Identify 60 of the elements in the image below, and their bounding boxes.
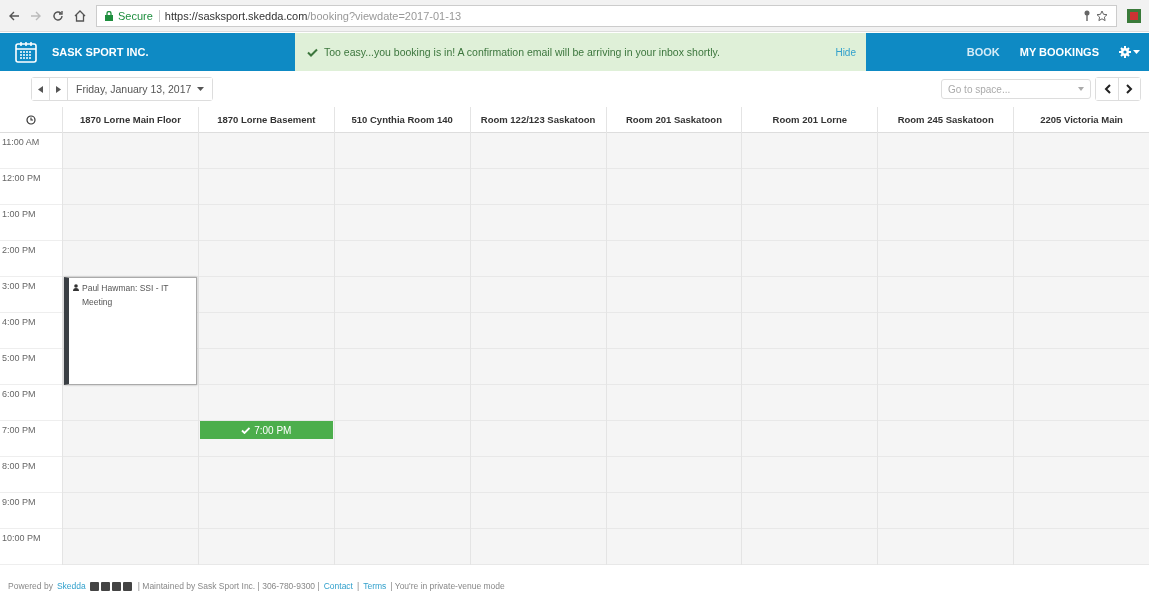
time-label: 5:00 PM <box>2 353 36 363</box>
star-icon[interactable] <box>1096 9 1108 22</box>
social-icons[interactable] <box>89 581 134 591</box>
time-label: 1:00 PM <box>2 209 36 219</box>
next-button[interactable] <box>1118 78 1140 100</box>
person-icon <box>73 284 79 291</box>
time-label: 12:00 PM <box>2 173 41 183</box>
space-column-header: Room 245 Saskatoon <box>897 114 994 125</box>
key-icon[interactable] <box>1083 9 1091 22</box>
new-booking-block[interactable]: 7:00 PM <box>199 421 333 439</box>
chevron-right-icon <box>1126 84 1133 94</box>
space-column-header: Room 201 Lorne <box>772 114 848 125</box>
time-label: 2:00 PM <box>2 245 36 255</box>
check-icon <box>241 426 251 434</box>
booking-title: Paul Hawman: SSI - IT Meeting <box>82 282 170 309</box>
footer-link[interactable]: Terms <box>363 581 387 591</box>
time-label: 6:00 PM <box>2 389 36 399</box>
time-label: 11:00 AM <box>2 137 40 147</box>
booking-card[interactable]: Paul Hawman: SSI - IT Meeting <box>64 277 197 385</box>
footer-text: Powered by <box>8 581 53 591</box>
clock-icon <box>26 114 36 125</box>
reload-icon[interactable] <box>52 9 64 22</box>
caret-icon <box>197 87 205 91</box>
lock-icon <box>105 10 113 21</box>
time-label: 8:00 PM <box>2 461 36 471</box>
alert-message: Too easy...you booking is in! A confirmation email will be arriving in your inbox shortly. <box>324 46 720 58</box>
space-search-field[interactable]: Go to space... <box>941 79 1091 99</box>
nav-link[interactable]: BOOK <box>966 46 1000 58</box>
caret-icon <box>1078 87 1084 91</box>
time-label: 4:00 PM <box>2 317 36 327</box>
time-label: 7:00 PM <box>2 425 36 435</box>
settings-icon[interactable] <box>1119 46 1141 58</box>
space-column-header: 2205 Victoria Main <box>1040 114 1123 125</box>
space-column-header: 1870 Lorne Main Floor <box>80 114 181 125</box>
footer-text: | Maintained by Sask Sport Inc. | 306-780-9300 | <box>137 581 320 591</box>
right-triangle-icon <box>56 85 61 93</box>
home-icon[interactable] <box>74 9 86 22</box>
footer-link[interactable]: Contact <box>323 581 353 591</box>
footer-link[interactable]: Skedda <box>56 581 86 591</box>
left-triangle-icon <box>38 85 43 93</box>
booking-time: 7:00 PM <box>254 424 292 436</box>
footer-text: | <box>356 581 360 591</box>
space-column-header: Room 201 Saskatoon <box>625 114 722 125</box>
footer-text: | You're in private-venue mode <box>390 581 505 591</box>
calendar-icon <box>14 40 38 64</box>
back-icon[interactable] <box>8 9 20 22</box>
address-bar[interactable]: Secure https://sasksport.skedda.com/booking?viewdate=2017-01-13 <box>96 4 1117 27</box>
space-column-header: 510 Cynthia Room 140 <box>351 114 453 125</box>
brand-name[interactable]: SASK SPORT INC. <box>52 46 149 58</box>
previous-day-button[interactable] <box>32 78 50 100</box>
nav-link[interactable]: MY BOOKINGS <box>1019 46 1099 58</box>
space-column-header: 1870 Lorne Basement <box>217 114 316 125</box>
time-label: 10:00 PM <box>2 533 41 543</box>
space-column-header: Room 122/123 Saskatoon <box>480 114 596 125</box>
extension-icon[interactable] <box>1127 8 1141 23</box>
time-label: 3:00 PM <box>2 281 36 291</box>
check-icon <box>307 47 318 57</box>
hide-link[interactable]: Hide <box>835 46 856 58</box>
time-label: 9:00 PM <box>2 497 36 507</box>
chevron-left-icon <box>1103 84 1111 94</box>
